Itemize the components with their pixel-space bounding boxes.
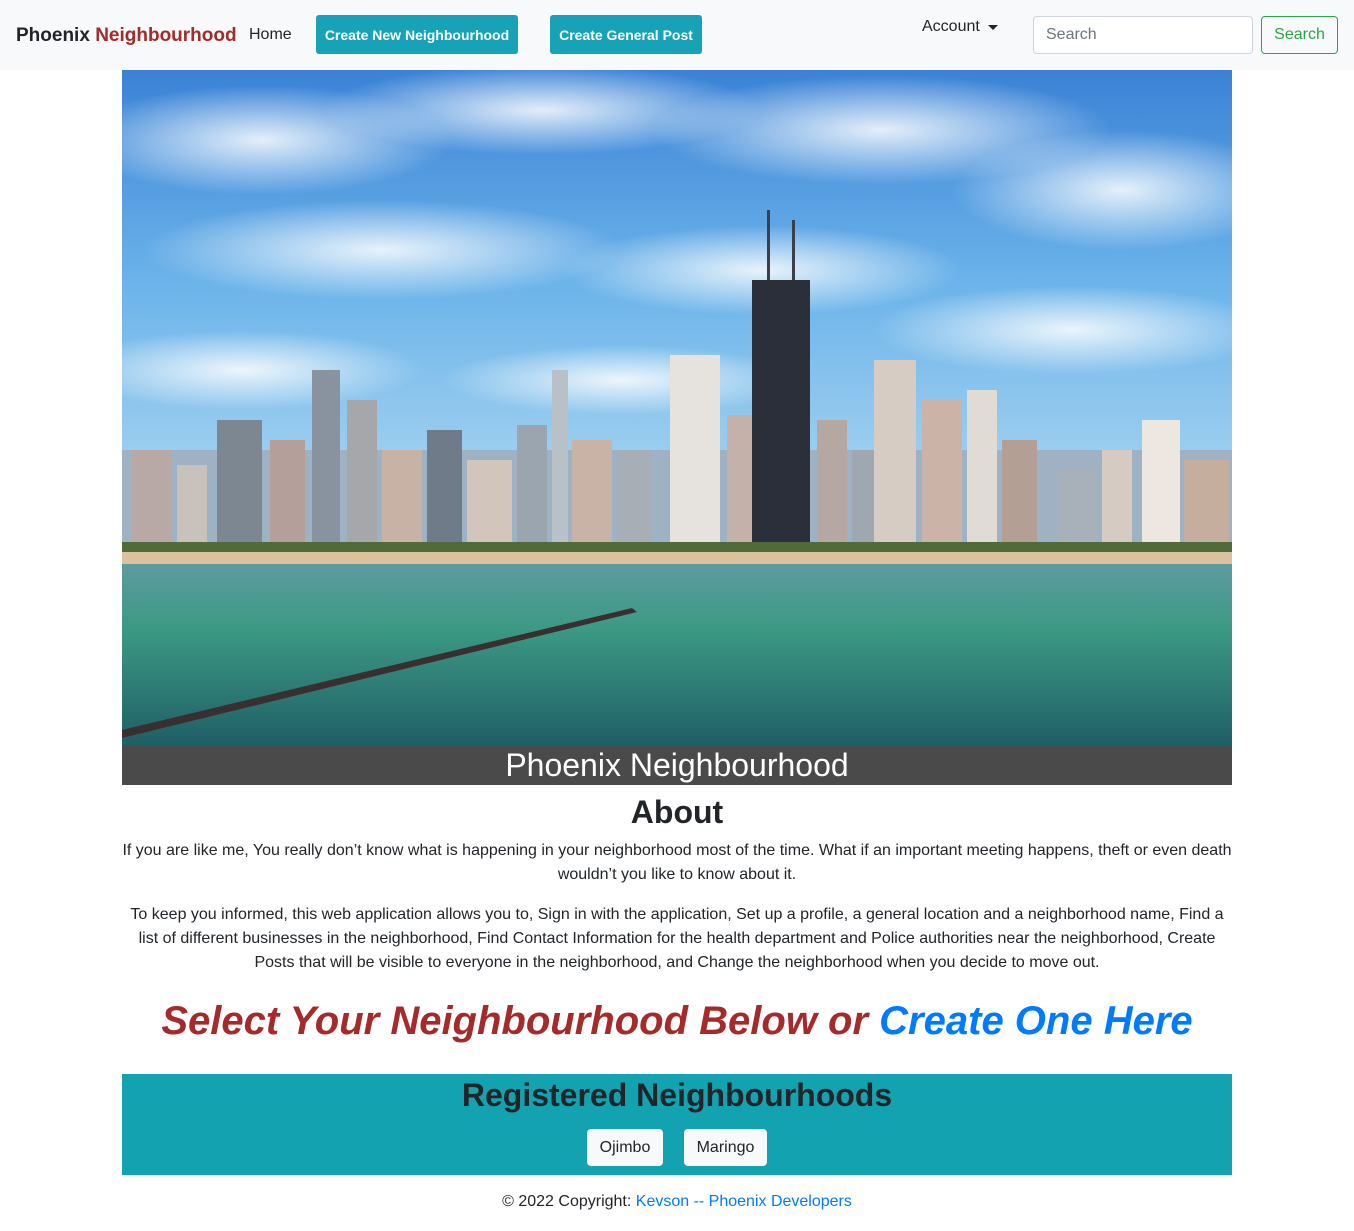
about-paragraph-2: To keep you informed, this web applicati…	[130, 906, 1224, 971]
cta-text: Select Your Neighbourhood Below or	[161, 999, 880, 1043]
select-neighbourhood-heading: Select Your Neighbourhood Below or Creat…	[0, 997, 1354, 1045]
hero-image	[122, 70, 1232, 746]
search-input[interactable]	[1033, 16, 1253, 54]
search-button[interactable]: Search	[1261, 16, 1338, 54]
navbar: Phoenix Neighbourhood Home Create New Ne…	[0, 0, 1354, 70]
account-dropdown[interactable]: Account	[922, 17, 998, 37]
brand-part-2: Neighbourhood	[95, 25, 237, 46]
about-paragraph-1: If you are like me, You really don’t kno…	[122, 842, 1232, 883]
registered-neighbourhoods-section: Registered Neighbourhoods Ojimbo Maringo	[122, 1074, 1232, 1175]
create-neighbourhood-button[interactable]: Create New Neighbourhood	[316, 15, 518, 54]
brand-logo[interactable]: Phoenix Neighbourhood	[16, 24, 237, 48]
hero-caption: Phoenix Neighbourhood	[122, 746, 1232, 785]
account-label: Account	[922, 18, 980, 35]
registered-neighbourhoods-heading: Registered Neighbourhoods	[461, 1077, 893, 1113]
footer-copyright: © 2022 Copyright:	[502, 1193, 636, 1210]
neighbourhood-button-maringo[interactable]: Maringo	[684, 1129, 767, 1166]
footer: © 2022 Copyright: Kevson -- Phoenix Deve…	[0, 1192, 1354, 1212]
create-general-post-button[interactable]: Create General Post	[550, 15, 702, 54]
create-one-here-link[interactable]: Create One Here	[879, 999, 1192, 1043]
footer-developers-link[interactable]: Kevson -- Phoenix Developers	[636, 1193, 852, 1210]
brand-part-1: Phoenix	[16, 25, 90, 46]
about-heading: About	[630, 794, 724, 830]
caret-down-icon	[987, 24, 998, 30]
neighbourhood-button-ojimbo[interactable]: Ojimbo	[587, 1129, 663, 1166]
nav-home-link[interactable]: Home	[249, 25, 292, 45]
